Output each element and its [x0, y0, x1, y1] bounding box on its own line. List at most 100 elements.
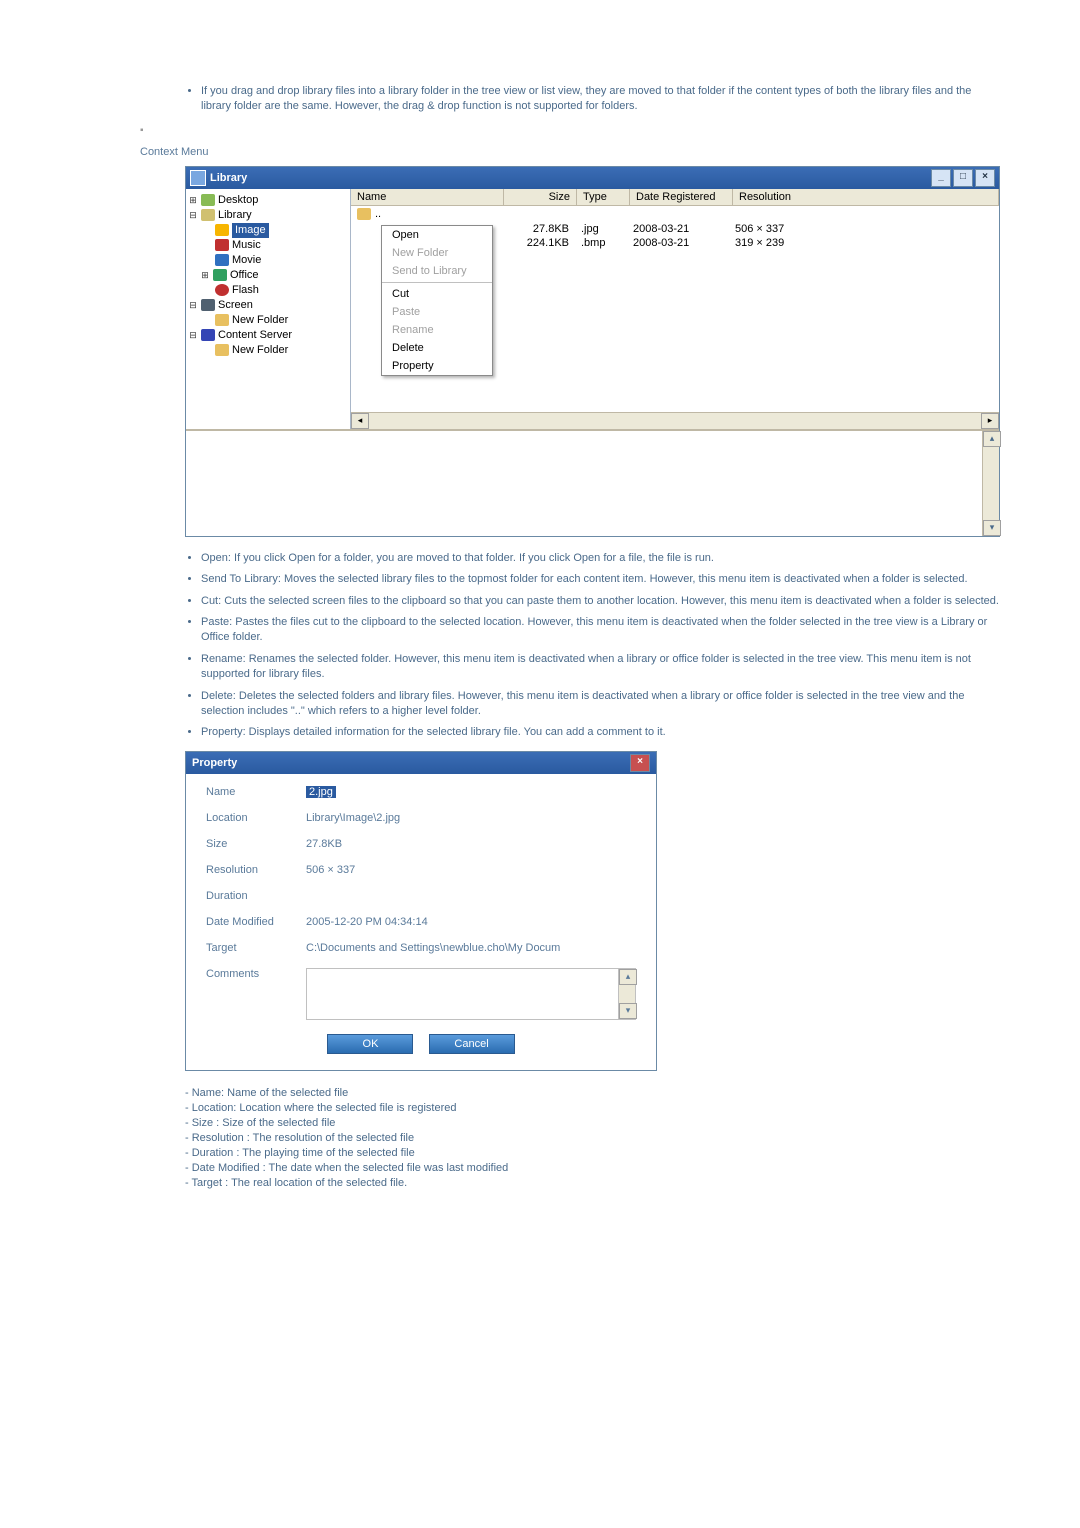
- tree-view[interactable]: ⊞Desktop ⊟Library Image Music Movie ⊞Off…: [186, 189, 351, 429]
- cell-date: 2008-03-21: [627, 236, 729, 250]
- footer-resolution: - Resolution : The resolution of the sel…: [185, 1132, 1000, 1144]
- cancel-button[interactable]: Cancel: [429, 1034, 515, 1054]
- cm-delete[interactable]: Delete: [382, 339, 492, 357]
- col-type[interactable]: Type: [577, 189, 630, 205]
- footer-location: - Location: Location where the selected …: [185, 1102, 1000, 1114]
- comments-textarea[interactable]: ▴ ▾: [306, 968, 636, 1020]
- tree-screen[interactable]: Screen: [218, 298, 253, 313]
- library-window: Library _ □ × ⊞Desktop ⊟Library Image Mu…: [185, 166, 1000, 537]
- prop-val-name: 2.jpg: [306, 786, 336, 798]
- library-titlebar: Library _ □ ×: [186, 167, 999, 189]
- footer-name: - Name: Name of the selected file: [185, 1087, 1000, 1099]
- screen-icon: [201, 299, 215, 311]
- folder-icon: [215, 344, 229, 356]
- scroll-down-icon[interactable]: ▾: [619, 1003, 637, 1019]
- cell-date: 2008-03-21: [627, 222, 729, 236]
- prop-val-size: 27.8KB: [306, 838, 636, 850]
- prop-label-location: Location: [206, 812, 306, 824]
- ok-button[interactable]: OK: [327, 1034, 413, 1054]
- col-resolution[interactable]: Resolution: [733, 189, 999, 205]
- scroll-left-icon[interactable]: ◂: [351, 413, 369, 429]
- prop-label-date-modified: Date Modified: [206, 916, 306, 928]
- server-icon: [201, 329, 215, 341]
- cell-res: 319 × 239: [729, 236, 999, 250]
- tree-library[interactable]: Library: [218, 208, 252, 223]
- property-dialog: Property × Name 2.jpg Location Library\I…: [185, 751, 657, 1071]
- scroll-up-icon[interactable]: ▴: [983, 431, 1001, 447]
- desc-property: Property: Displays detailed information …: [201, 725, 1000, 740]
- prop-label-name: Name: [206, 786, 306, 798]
- prop-val-resolution: 506 × 337: [306, 864, 636, 876]
- footer-target: - Target : The real location of the sele…: [185, 1177, 1000, 1189]
- tree-flash[interactable]: Flash: [232, 283, 259, 298]
- prop-val-location: Library\Image\2.jpg: [306, 812, 636, 824]
- close-button[interactable]: ×: [975, 169, 995, 187]
- tree-movie[interactable]: Movie: [232, 253, 261, 268]
- prop-label-target: Target: [206, 942, 306, 954]
- tree-newfolder1[interactable]: New Folder: [232, 313, 288, 328]
- context-menu: Open New Folder Send to Library Cut Past…: [381, 225, 493, 376]
- prop-val-target: C:\Documents and Settings\newblue.cho\My…: [306, 942, 636, 954]
- desc-send-to-library: Send To Library: Moves the selected libr…: [201, 572, 1000, 587]
- v-scrollbar[interactable]: ▴ ▾: [982, 431, 999, 536]
- prop-val-date-modified: 2005-12-20 PM 04:34:14: [306, 916, 636, 928]
- cell-size: 224.1KB: [503, 236, 575, 250]
- cm-cut[interactable]: Cut: [382, 285, 492, 303]
- image-icon: [215, 224, 229, 236]
- col-date[interactable]: Date Registered: [630, 189, 733, 205]
- flash-icon: [215, 284, 229, 296]
- footer-duration: - Duration : The playing time of the sel…: [185, 1147, 1000, 1159]
- scroll-up-icon[interactable]: ▴: [619, 969, 637, 985]
- folder-icon: [215, 314, 229, 326]
- library-icon: [201, 209, 215, 221]
- cell-type: .jpg: [575, 222, 627, 236]
- cm-send-to-library: Send to Library: [382, 262, 492, 280]
- minimize-button[interactable]: _: [931, 169, 951, 187]
- property-title: Property: [192, 757, 237, 769]
- up-folder-row[interactable]: ..: [351, 206, 999, 222]
- prop-label-resolution: Resolution: [206, 864, 306, 876]
- footer-size: - Size : Size of the selected file: [185, 1117, 1000, 1129]
- tree-music[interactable]: Music: [232, 238, 261, 253]
- cm-new-folder: New Folder: [382, 244, 492, 262]
- section-context-menu: Context Menu: [140, 146, 1040, 158]
- list-header: Name Size Type Date Registered Resolutio…: [351, 189, 999, 206]
- list-view[interactable]: Name Size Type Date Registered Resolutio…: [351, 189, 999, 429]
- corner-mark: ▪: [140, 125, 1040, 136]
- property-titlebar: Property ×: [186, 752, 656, 774]
- cm-paste: Paste: [382, 303, 492, 321]
- office-icon: [213, 269, 227, 281]
- intro-text: If you drag and drop library files into …: [201, 84, 1000, 115]
- prop-label-comments: Comments: [206, 968, 306, 980]
- tree-office[interactable]: Office: [230, 268, 259, 283]
- cell-type: .bmp: [575, 236, 627, 250]
- property-close-button[interactable]: ×: [630, 754, 650, 772]
- maximize-button[interactable]: □: [953, 169, 973, 187]
- desc-cut: Cut: Cuts the selected screen files to t…: [201, 594, 1000, 609]
- desktop-icon: [201, 194, 215, 206]
- scroll-down-icon[interactable]: ▾: [983, 520, 1001, 536]
- music-icon: [215, 239, 229, 251]
- cm-rename: Rename: [382, 321, 492, 339]
- up-folder-icon: [357, 208, 371, 220]
- cell-size: 27.8KB: [503, 222, 575, 236]
- h-scrollbar[interactable]: ◂ ▸: [351, 412, 999, 429]
- footer-date-modified: - Date Modified : The date when the sele…: [185, 1162, 1000, 1174]
- prop-label-size: Size: [206, 838, 306, 850]
- scroll-right-icon[interactable]: ▸: [981, 413, 999, 429]
- movie-icon: [215, 254, 229, 266]
- up-folder-label: ..: [375, 208, 381, 220]
- cm-open[interactable]: Open: [382, 226, 492, 244]
- tree-desktop[interactable]: Desktop: [218, 193, 258, 208]
- tree-content-server[interactable]: Content Server: [218, 328, 292, 343]
- prop-label-duration: Duration: [206, 890, 306, 902]
- tree-newfolder2[interactable]: New Folder: [232, 343, 288, 358]
- cell-res: 506 × 337: [729, 222, 999, 236]
- tree-image[interactable]: Image: [232, 223, 269, 238]
- desc-rename: Rename: Renames the selected folder. How…: [201, 652, 1000, 683]
- cm-property[interactable]: Property: [382, 357, 492, 375]
- col-size[interactable]: Size: [504, 189, 577, 205]
- col-name[interactable]: Name: [351, 189, 504, 205]
- desc-paste: Paste: Pastes the files cut to the clipb…: [201, 615, 1000, 646]
- preview-pane: ▴ ▾: [186, 429, 999, 536]
